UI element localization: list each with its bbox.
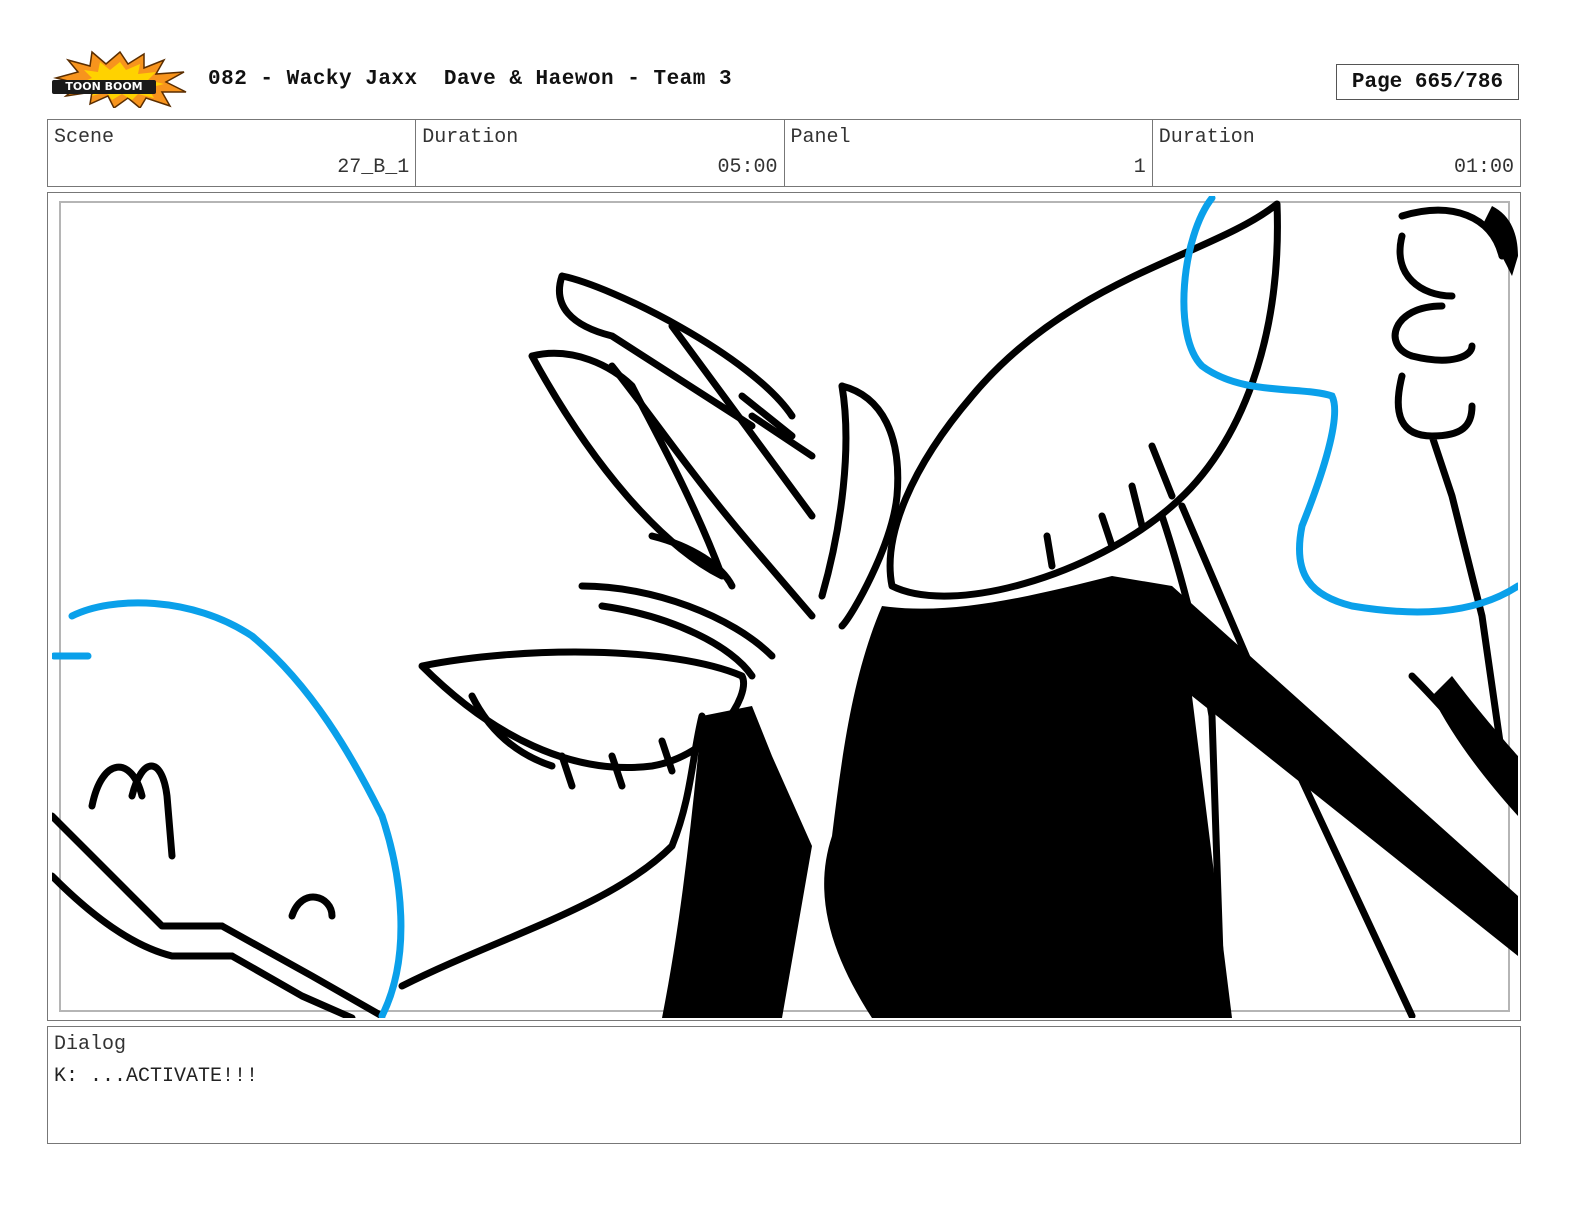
panel-label: Panel (790, 126, 851, 149)
panel-frame (47, 192, 1521, 1021)
scene-info-row: Scene 27_B_1 Duration 05:00 Panel 1 Dura… (47, 119, 1521, 187)
scene-duration-value: 05:00 (717, 156, 778, 179)
toon-boom-logo: TOON BOOM (52, 50, 188, 110)
toon-boom-logo-burst (53, 50, 187, 110)
scene-cell: Scene 27_B_1 (48, 120, 417, 186)
panel-cell: Panel 1 (785, 120, 1153, 186)
panel-value: 1 (1133, 156, 1146, 179)
panel-drawing (52, 196, 1518, 1018)
panel-duration-value: 01:00 (1453, 156, 1514, 179)
panel-duration-label: Duration (1158, 126, 1255, 149)
scene-duration-label: Duration (422, 126, 519, 149)
dialog-box: Dialog K: ...ACTIVATE!!! (47, 1026, 1521, 1144)
storyboard-title: 082 - Wacky Jaxx Dave & Haewon - Team 3 (208, 68, 733, 91)
toon-boom-logo-text: TOON BOOM (52, 80, 156, 94)
scene-label: Scene (54, 126, 115, 149)
page-number: Page 665/786 (1336, 64, 1519, 100)
panel-duration-cell: Duration 01:00 (1153, 120, 1520, 186)
scene-value: 27_B_1 (337, 156, 410, 179)
dialog-text: K: ...ACTIVATE!!! (54, 1065, 259, 1088)
scene-duration-cell: Duration 05:00 (416, 120, 785, 186)
dialog-label: Dialog (54, 1033, 127, 1056)
